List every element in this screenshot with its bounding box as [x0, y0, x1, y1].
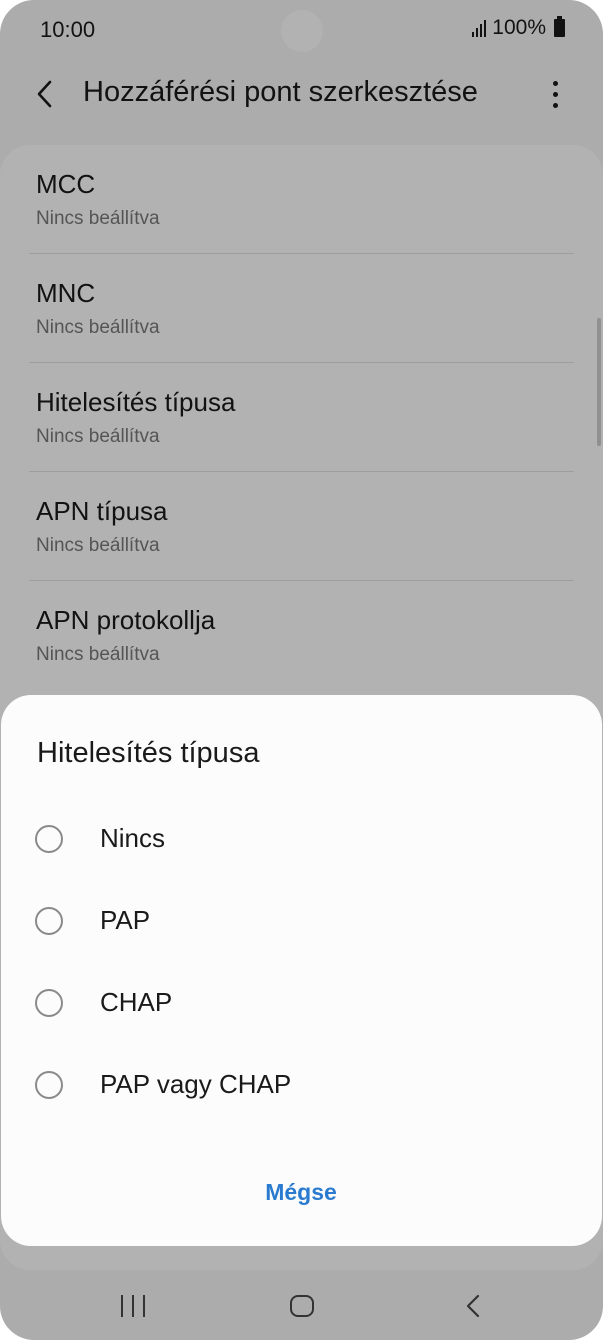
- radio-button[interactable]: [35, 989, 63, 1017]
- radio-button[interactable]: [35, 907, 63, 935]
- option-chap[interactable]: CHAP: [1, 964, 602, 1046]
- option-label: PAP vagy CHAP: [100, 1069, 292, 1099]
- option-label: Nincs: [100, 823, 166, 853]
- option-pap[interactable]: PAP: [1, 882, 602, 964]
- dialog-title: Hitelesítés típusa: [37, 737, 260, 769]
- auth-type-dialog: Hitelesítés típusa Nincs PAP CHAP PAP va…: [1, 695, 602, 1246]
- option-label: CHAP: [100, 987, 173, 1017]
- phone-screen: 10:00 100% Hozzáférési pont szerkesztése…: [0, 0, 603, 1340]
- cancel-button[interactable]: Mégse: [231, 1172, 371, 1212]
- radio-button[interactable]: [35, 825, 63, 853]
- option-label: PAP: [100, 905, 151, 935]
- option-none[interactable]: Nincs: [1, 800, 602, 882]
- option-pap-or-chap[interactable]: PAP vagy CHAP: [1, 1046, 602, 1128]
- radio-button[interactable]: [35, 1071, 63, 1099]
